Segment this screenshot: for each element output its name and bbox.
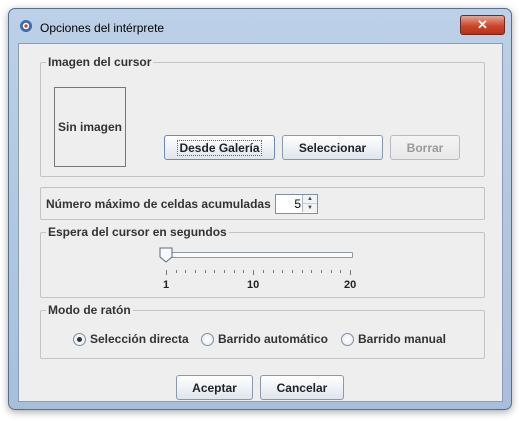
radio-auto-scan[interactable] bbox=[201, 333, 214, 346]
cancel-button[interactable]: Cancelar bbox=[260, 375, 344, 400]
cursor-wait-legend: Espera del cursor en segundos bbox=[46, 225, 229, 239]
slider-tick bbox=[301, 270, 303, 273]
slider-tick bbox=[204, 270, 206, 273]
slider-tick bbox=[175, 270, 177, 273]
cursor-image-preview: Sin imagen bbox=[54, 87, 126, 167]
title-bar[interactable]: Opciones del intérprete ✕ bbox=[9, 9, 511, 41]
from-gallery-button[interactable]: Desde Galería bbox=[164, 135, 275, 160]
radio-direct-selection[interactable] bbox=[73, 333, 86, 346]
max-cells-value: 5 bbox=[294, 197, 301, 211]
wait-slider-thumb[interactable] bbox=[159, 247, 173, 263]
slider-tick bbox=[253, 270, 255, 275]
slider-tick bbox=[224, 270, 226, 273]
clear-label: Borrar bbox=[406, 141, 444, 155]
slider-tick bbox=[166, 270, 167, 275]
spinner-down-icon[interactable]: ▼ bbox=[302, 204, 317, 212]
slider-tick bbox=[185, 270, 187, 273]
slider-tick bbox=[262, 270, 264, 273]
accept-label: Aceptar bbox=[192, 381, 237, 395]
select-button[interactable]: Seleccionar bbox=[282, 135, 383, 160]
clear-button[interactable]: Borrar bbox=[390, 135, 460, 160]
spinner-up-icon[interactable]: ▲ bbox=[302, 195, 317, 204]
dialog-body: Imagen del cursor Sin imagen Desde Galer… bbox=[18, 43, 503, 402]
from-gallery-label: Desde Galería bbox=[177, 140, 262, 156]
radio-manual-scan-label[interactable]: Barrido manual bbox=[358, 332, 446, 346]
slider-tick bbox=[282, 270, 284, 273]
close-icon: ✕ bbox=[477, 17, 488, 32]
mouse-mode-legend: Modo de ratón bbox=[46, 303, 133, 317]
cursor-image-group: Imagen del cursor Sin imagen Desde Galer… bbox=[40, 55, 485, 177]
max-cells-spinner[interactable]: 5 ▲ ▼ bbox=[275, 194, 318, 214]
radio-manual-scan[interactable] bbox=[341, 333, 354, 346]
slider-tick bbox=[320, 270, 322, 273]
max-cells-group: Número máximo de celdas acumuladas 5 ▲ ▼ bbox=[40, 187, 485, 220]
slider-label-1: 1 bbox=[163, 279, 170, 291]
radio-auto-scan-label[interactable]: Barrido automático bbox=[218, 332, 328, 346]
cancel-label: Cancelar bbox=[276, 381, 328, 395]
slider-tick bbox=[311, 270, 313, 273]
slider-tick bbox=[291, 270, 293, 273]
slider-tick bbox=[214, 270, 216, 273]
no-image-text: Sin imagen bbox=[57, 120, 122, 134]
mouse-mode-group: Modo de ratón Selección directa Barrido … bbox=[40, 303, 485, 359]
slider-tick bbox=[340, 270, 342, 273]
cursor-image-legend: Imagen del cursor bbox=[46, 55, 154, 69]
select-label: Seleccionar bbox=[298, 141, 367, 155]
accept-button[interactable]: Aceptar bbox=[176, 375, 253, 400]
slider-tick bbox=[350, 270, 351, 275]
slider-label-20: 20 bbox=[344, 279, 357, 291]
slider-tick bbox=[243, 270, 245, 273]
app-icon bbox=[20, 20, 32, 32]
slider-tick bbox=[233, 270, 235, 273]
cursor-wait-group: Espera del cursor en segundos 1 10 20 bbox=[40, 225, 485, 298]
max-cells-label: Número máximo de celdas acumuladas bbox=[46, 197, 271, 211]
wait-slider-track[interactable] bbox=[167, 252, 353, 258]
slider-tick bbox=[272, 270, 274, 273]
slider-label-10: 10 bbox=[247, 279, 260, 291]
close-button[interactable]: ✕ bbox=[460, 15, 505, 35]
slider-tick bbox=[330, 270, 332, 273]
radio-direct-selection-label[interactable]: Selección directa bbox=[90, 332, 189, 346]
dialog-window: Opciones del intérprete ✕ Imagen del cur… bbox=[8, 8, 512, 410]
window-title: Opciones del intérprete bbox=[40, 21, 165, 35]
slider-tick bbox=[195, 270, 197, 273]
